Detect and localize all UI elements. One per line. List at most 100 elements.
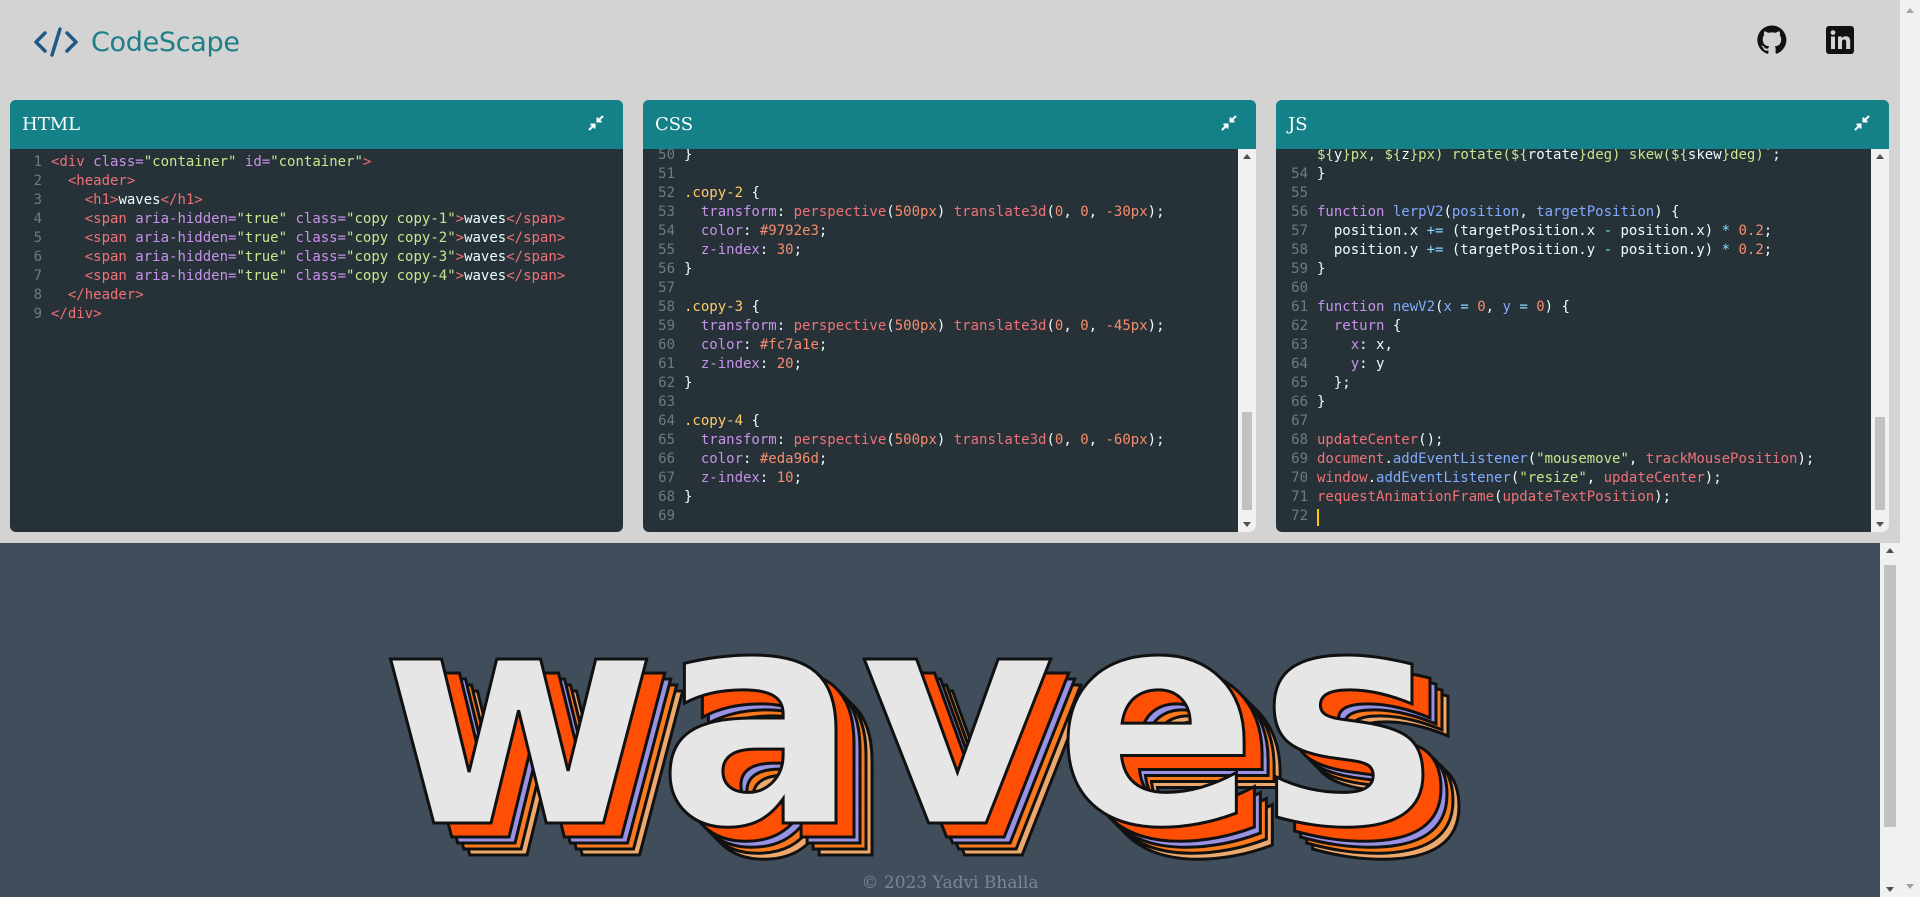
scrollbar-thumb[interactable] (1884, 565, 1896, 827)
code-token: <span (84, 211, 136, 227)
code-line: 2 <header> (10, 172, 565, 191)
code-line: 66} (1276, 393, 1814, 412)
brand[interactable]: CodeScape (33, 22, 240, 62)
code-token: waves (118, 192, 161, 208)
code-token: ) (936, 432, 954, 448)
code-token: 30 (776, 242, 794, 258)
code-line: 5 <span aria-hidden="true" class="copy c… (10, 229, 566, 248)
code-line: 61 z-index: 20; (643, 355, 1165, 374)
css-code-area[interactable]: 50} 51 52 .copy-2 {53 transform: perspectiv… (643, 149, 1256, 532)
line-number: 2 (33, 173, 42, 189)
line-number: 5 (33, 230, 42, 246)
collapse-icon[interactable] (587, 114, 605, 132)
code-line: 58 position.y += (targetPosition.y - pos… (1276, 241, 1814, 260)
js-code-area[interactable]: ${y}px, ${z}px) rotate(${rotate}deg) ske… (1276, 149, 1889, 532)
code-line: 65 transform: perspective(500px) transla… (643, 431, 1165, 450)
line-number: 52 (658, 185, 675, 201)
code-line: 68 updateCenter(); (1276, 431, 1814, 450)
line-number: 9 (33, 306, 42, 322)
line-number: 55 (1291, 185, 1308, 201)
line-number: 51 (658, 166, 675, 182)
code-token: x (1586, 223, 1604, 239)
scroll-down-arrow-icon[interactable] (1876, 522, 1884, 527)
code-token: x (1409, 223, 1427, 239)
code-token: ); (1654, 489, 1672, 505)
code-token: class= (295, 211, 347, 227)
code-token: }; (1317, 375, 1351, 391)
linkedin-icon[interactable] (1824, 24, 1856, 56)
code-token: document (1317, 451, 1385, 467)
code-token: } (684, 375, 693, 391)
code-token: position. (1620, 223, 1697, 239)
scrollbar-thumb[interactable] (1242, 412, 1252, 510)
code-token: 20 (776, 356, 794, 372)
code-token: } (684, 149, 693, 163)
code-line: 64 y: y (1276, 355, 1814, 374)
code-token: ); (1147, 432, 1165, 448)
code-token: { (751, 299, 760, 315)
code-token: ; (818, 223, 828, 239)
code-line: 53 transform: perspective(500px) transla… (643, 203, 1165, 222)
css-code-lines: 50} 51 52 .copy-2 {53 transform: perspectiv… (643, 149, 1165, 526)
preview-scrollbar[interactable] (1880, 543, 1900, 897)
code-token: y (1502, 299, 1511, 315)
line-number: 68 (1291, 432, 1308, 448)
scroll-up-arrow-icon[interactable] (1906, 8, 1914, 13)
code-token: </div> (51, 306, 102, 322)
code-token: ( (1046, 204, 1055, 220)
code-token: ; (793, 356, 803, 372)
code-token: (targetPosition. (1451, 223, 1587, 239)
code-token: : (776, 432, 794, 448)
code-token: </span> (506, 249, 566, 265)
code-token: translate3d (953, 432, 1047, 448)
code-token: x (1350, 337, 1360, 353)
scroll-up-arrow-icon[interactable] (1243, 154, 1251, 159)
code-token: } (1317, 261, 1326, 277)
page-scrollbar[interactable] (1900, 0, 1920, 897)
scroll-up-arrow-icon[interactable] (1876, 154, 1884, 159)
scrollbar-thumb[interactable] (1875, 417, 1885, 510)
line-number: 67 (1291, 413, 1308, 429)
js-scrollbar[interactable] (1871, 149, 1889, 532)
app-header: CodeScape (0, 0, 1900, 90)
scroll-up-arrow-icon[interactable] (1886, 548, 1894, 553)
code-token: <h1> (84, 192, 119, 208)
code-token: <span (84, 268, 136, 284)
line-number: 59 (1291, 261, 1308, 277)
code-token: (targetPosition. (1451, 242, 1587, 258)
code-token: 0 (1477, 299, 1486, 315)
code-token: aria-hidden= (135, 249, 237, 265)
code-token: requestAnimationFrame (1317, 489, 1495, 505)
css-scrollbar[interactable] (1238, 149, 1256, 532)
code-token: ); (1797, 451, 1815, 467)
github-icon[interactable] (1756, 24, 1788, 56)
code-token: y) (1696, 242, 1722, 258)
code-token: , (1063, 204, 1081, 220)
line-number: 54 (1291, 166, 1308, 182)
scroll-down-arrow-icon[interactable] (1906, 884, 1914, 889)
code-token: : y (1359, 356, 1385, 372)
scroll-down-arrow-icon[interactable] (1243, 522, 1251, 527)
code-token: } (1317, 166, 1326, 182)
code-token: , (1485, 299, 1503, 315)
line-number: 63 (658, 394, 675, 410)
js-editor-panel: JS ${y}px, ${z}px) rotate(${rotate}deg) … (1276, 100, 1889, 532)
collapse-icon[interactable] (1220, 114, 1238, 132)
code-token: = (1451, 299, 1478, 315)
code-token: ); (1147, 204, 1165, 220)
code-token: class= (93, 154, 144, 170)
code-line: 1 <div class="container" id="container"> (10, 153, 565, 172)
html-code-area[interactable]: 1 <div class="container" id="container"> 2… (10, 149, 623, 532)
code-token: color (700, 223, 744, 239)
collapse-icon[interactable] (1853, 114, 1871, 132)
code-line: 3 <h1>waves</h1> (10, 191, 565, 210)
code-token: position (1451, 204, 1520, 220)
code-token: window (1317, 470, 1368, 486)
line-number: 69 (1291, 451, 1308, 467)
preview-area[interactable]: waves waves waves waves waves (0, 543, 1880, 897)
code-token: </span> (506, 230, 566, 246)
html-editor-header: HTML (10, 100, 623, 149)
